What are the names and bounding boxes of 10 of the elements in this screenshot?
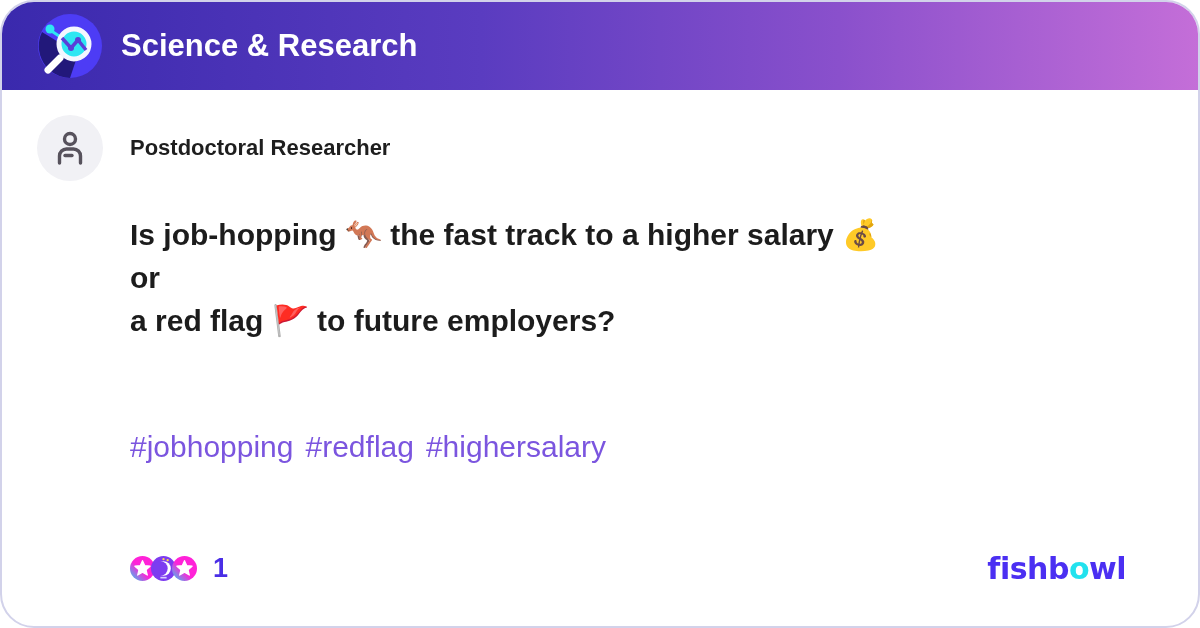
magnifier-network-icon <box>38 14 102 78</box>
category-title: Science & Research <box>121 28 418 64</box>
crescent-icon <box>151 556 176 581</box>
author-title: Postdoctoral Researcher <box>130 135 391 161</box>
hashtag-link[interactable]: #jobhopping <box>130 430 294 464</box>
reaction-count: 1 <box>213 553 229 584</box>
hashtag-link[interactable]: #highersalary <box>425 430 607 464</box>
brand-wordmark: fishbowl <box>987 551 1126 586</box>
post-question: Is job-hopping 🦘 the fast track to a higher salary 💰 or a red flag 🚩 to future employers? <box>130 217 881 339</box>
hashtag-link[interactable]: #redflag <box>305 430 414 464</box>
